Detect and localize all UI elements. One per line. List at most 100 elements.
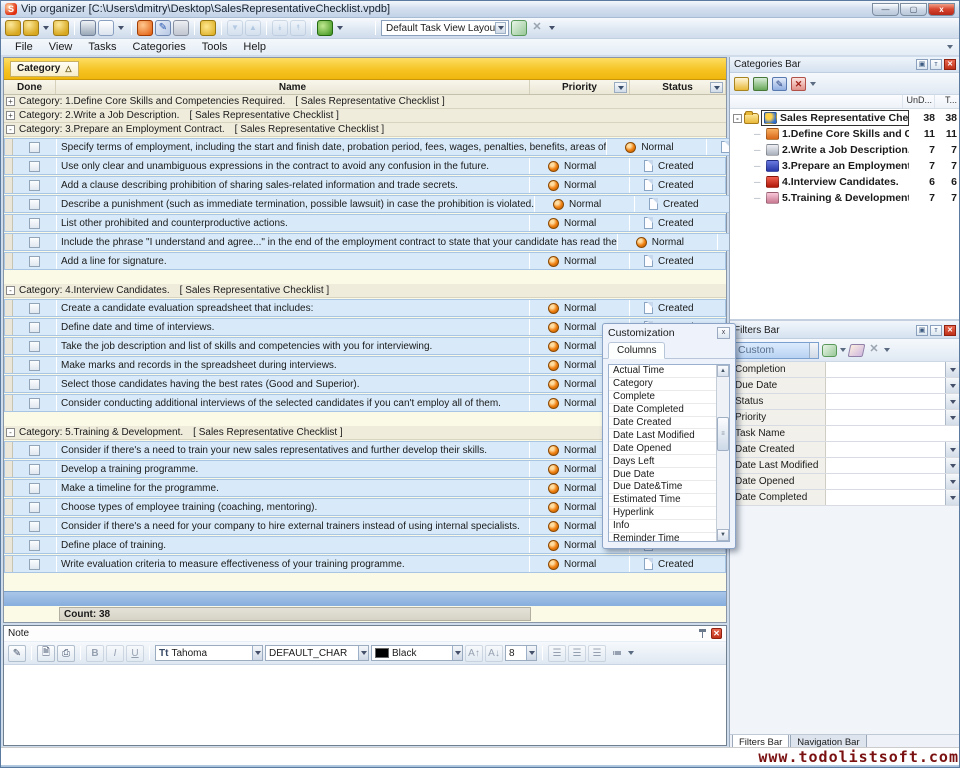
status-cell[interactable]: Created <box>630 556 725 572</box>
task-name-cell[interactable]: Select those candidates having the best … <box>57 376 530 392</box>
categories-pin-icon[interactable]: т <box>930 59 942 70</box>
move-down-icon[interactable]: ▼ <box>227 20 243 36</box>
apply-filter-dropdown-icon[interactable] <box>840 348 846 352</box>
delete-layout-icon[interactable]: ✕ <box>529 20 545 36</box>
delete-filter-icon[interactable]: ✕ <box>867 342 881 358</box>
done-checkbox[interactable] <box>29 464 40 475</box>
column-list-item[interactable]: Category <box>609 378 716 391</box>
open-database-icon[interactable] <box>23 20 39 36</box>
priority-cell[interactable]: Normal <box>535 196 635 212</box>
shrink-font-icon[interactable]: A↓ <box>485 645 503 662</box>
categories-close-icon[interactable]: ✕ <box>944 59 956 70</box>
priority-cell[interactable]: Normal <box>530 300 630 316</box>
char-style-combo[interactable]: DEFAULT_CHAR <box>265 645 369 661</box>
align-left-icon[interactable]: ☰ <box>548 645 566 662</box>
filter-value-field[interactable] <box>826 458 945 473</box>
layout-combo-dropdown-icon[interactable] <box>495 22 506 34</box>
save-database-icon[interactable] <box>53 20 69 36</box>
column-list-item[interactable]: Estimated Time <box>609 494 716 507</box>
bullet-list-icon[interactable]: ≔ <box>608 645 626 662</box>
expand-collapse-icon[interactable]: - <box>6 286 15 295</box>
done-cell[interactable] <box>13 518 57 534</box>
task-name-cell[interactable]: List other prohibited and counterproduct… <box>57 215 530 231</box>
done-cell[interactable] <box>13 499 57 515</box>
categories-toolbar-overflow-icon[interactable] <box>810 82 816 86</box>
done-checkbox[interactable] <box>29 379 40 390</box>
done-checkbox[interactable] <box>29 180 40 191</box>
task-name-cell[interactable]: Include the phrase "I understand and agr… <box>57 234 618 250</box>
status-cell[interactable]: Created <box>630 215 725 231</box>
move-up-icon[interactable]: ▲ <box>245 20 261 36</box>
done-checkbox[interactable] <box>29 218 40 229</box>
task-row[interactable]: Create a candidate evaluation spreadshee… <box>4 298 726 317</box>
done-checkbox[interactable] <box>29 303 40 314</box>
menu-item[interactable]: Tools <box>194 40 236 54</box>
menu-item[interactable]: Help <box>235 40 274 54</box>
status-cell[interactable]: Created <box>630 253 725 269</box>
new-category-icon[interactable] <box>734 77 749 91</box>
grow-font-icon[interactable]: A↑ <box>465 645 483 662</box>
tab-columns[interactable]: Columns <box>608 342 665 359</box>
category-group-row[interactable]: - Category: 3.Prepare an Employment Cont… <box>4 123 726 137</box>
column-list-item[interactable]: Date Completed <box>609 404 716 417</box>
menu-item[interactable]: File <box>7 40 41 54</box>
align-center-icon[interactable]: ☰ <box>568 645 586 662</box>
done-cell[interactable] <box>13 395 57 411</box>
category-tree-root[interactable]: - Sales Representative Checklist 38 38 <box>730 110 960 126</box>
menu-item[interactable]: View <box>41 40 81 54</box>
task-name-cell[interactable]: Take the job description and list of ski… <box>57 338 530 354</box>
filter-dropdown-icon[interactable] <box>945 410 960 425</box>
task-name-cell[interactable]: Add a clause describing prohibition of s… <box>57 177 530 193</box>
delete-task-icon[interactable] <box>173 20 189 36</box>
priority-cell[interactable]: Normal <box>530 158 630 174</box>
toolbar-overflow-icon[interactable] <box>947 45 953 49</box>
column-header-name[interactable]: Name <box>56 80 530 94</box>
filters-toolbar-overflow-icon[interactable] <box>884 348 890 352</box>
filter-value-field[interactable] <box>826 378 945 393</box>
note-content-area[interactable] <box>4 665 726 745</box>
task-row[interactable]: List other prohibited and counterproduct… <box>4 213 726 232</box>
filter-value-field[interactable] <box>826 410 945 425</box>
delete-category-icon[interactable]: ✕ <box>791 77 806 91</box>
scroll-down-icon[interactable]: ▼ <box>717 529 729 541</box>
open-database-dropdown-icon[interactable] <box>43 26 49 30</box>
minimize-button[interactable]: — <box>872 3 899 16</box>
expand-collapse-icon[interactable]: - <box>6 428 15 437</box>
italic-button[interactable]: I <box>106 645 124 662</box>
close-button[interactable]: x <box>928 3 955 16</box>
edit-task-icon[interactable]: ✎ <box>155 20 171 36</box>
done-checkbox[interactable] <box>29 142 40 153</box>
task-name-cell[interactable]: Consider if there's a need to train your… <box>57 442 530 458</box>
category-group-row[interactable]: - Category: 4.Interview Candidates. [ Sa… <box>4 284 726 298</box>
layout-combo[interactable]: Default Task View Layout <box>381 20 509 36</box>
done-checkbox[interactable] <box>29 483 40 494</box>
menu-item[interactable]: Tasks <box>80 40 124 54</box>
clear-filter-icon[interactable] <box>848 344 866 357</box>
done-checkbox[interactable] <box>29 360 40 371</box>
done-cell[interactable] <box>13 234 57 250</box>
priority-cell[interactable]: Normal <box>530 215 630 231</box>
done-cell[interactable] <box>13 196 57 212</box>
column-list-item[interactable]: Due Date <box>609 468 716 481</box>
done-checkbox[interactable] <box>29 237 40 248</box>
column-header-total[interactable]: T... <box>934 95 960 108</box>
filters-close-icon[interactable]: ✕ <box>944 325 956 336</box>
move-bottom-icon[interactable]: ⯯ <box>272 20 288 36</box>
done-cell[interactable] <box>13 376 57 392</box>
done-cell[interactable] <box>13 461 57 477</box>
char-style-dropdown-icon[interactable] <box>358 646 368 660</box>
pin-icon[interactable] <box>698 629 707 638</box>
note-edit-icon[interactable]: ✎ <box>8 645 26 662</box>
category-tree-item[interactable]: ─ 4.Interview Candidates. 6 6 <box>730 174 960 190</box>
priority-cell[interactable]: Normal <box>607 139 707 155</box>
save-layout-icon[interactable] <box>511 20 527 36</box>
task-row[interactable]: Add a clause describing prohibition of s… <box>4 175 726 194</box>
print-preview-icon[interactable] <box>98 20 114 36</box>
task-name-cell[interactable]: Consider conducting additional interview… <box>57 395 530 411</box>
tree-collapse-icon[interactable]: - <box>733 114 742 123</box>
column-list-item[interactable]: Info <box>609 520 716 533</box>
done-checkbox[interactable] <box>29 502 40 513</box>
done-cell[interactable] <box>13 537 57 553</box>
priority-cell[interactable]: Normal <box>530 177 630 193</box>
expand-collapse-icon[interactable]: + <box>6 111 15 120</box>
